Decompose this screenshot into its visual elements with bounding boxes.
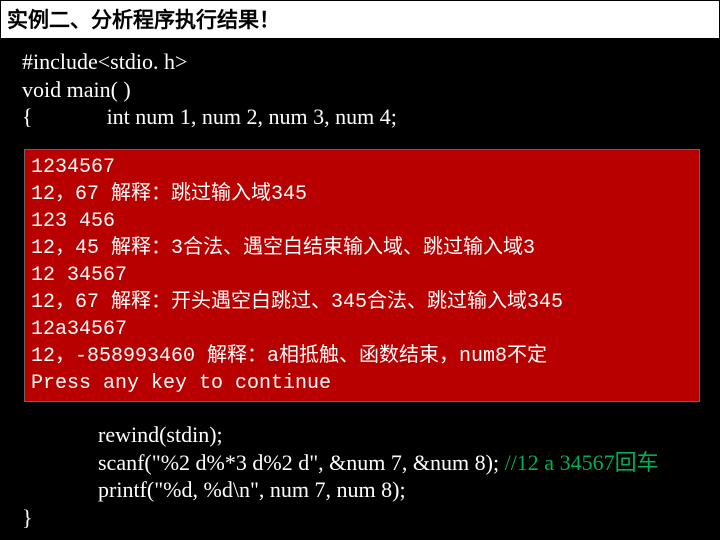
console-line: 12，-858993460 解释：a相抵触、函数结束，num8不定 [25,343,699,370]
code-line: void main( ) [22,76,720,104]
code-comment: //12 a 34567回车 [505,450,659,475]
console-line: 12，67 解释：跳过输入域345 [25,181,699,208]
code-brace: { [22,104,33,129]
code-line: printf("%d, %d\n", num 7, num 8); [22,476,702,504]
console-line: 12 34567 [25,262,699,289]
console-output: 1234567 12，67 解释：跳过输入域345 123 456 12，45 … [24,149,700,402]
console-line: 12，45 解释：3合法、遇空白结束输入域、跳过输入域3 [25,235,699,262]
code-line: rewind(stdin); [22,421,702,449]
slide-title: 实例二、分析程序执行结果！ [1,1,719,38]
console-line: Press any key to continue [25,370,699,401]
console-line: 12a34567 [25,316,699,343]
console-line: 1234567 [25,150,699,181]
code-call: scanf("%2 d%*3 d%2 d", &num 7, &num 8); [98,450,505,475]
code-block-top: #include<stdio. h> void main( ) { int num… [0,38,720,131]
console-line: 123 456 [25,208,699,235]
code-decl: int num 1, num 2, num 3, num 4; [107,104,397,129]
console-line: 12，67 解释：开头遇空白跳过、345合法、跳过输入域345 [25,289,699,316]
slide: 实例二、分析程序执行结果！ #include<stdio. h> void ma… [0,1,720,540]
code-line: #include<stdio. h> [22,48,720,76]
code-line: { int num 1, num 2, num 3, num 4; [22,103,720,131]
code-brace: } [22,504,702,532]
code-line: scanf("%2 d%*3 d%2 d", &num 7, &num 8); … [22,449,702,477]
code-block-bottom: rewind(stdin); scanf("%2 d%*3 d%2 d", &n… [22,421,702,531]
